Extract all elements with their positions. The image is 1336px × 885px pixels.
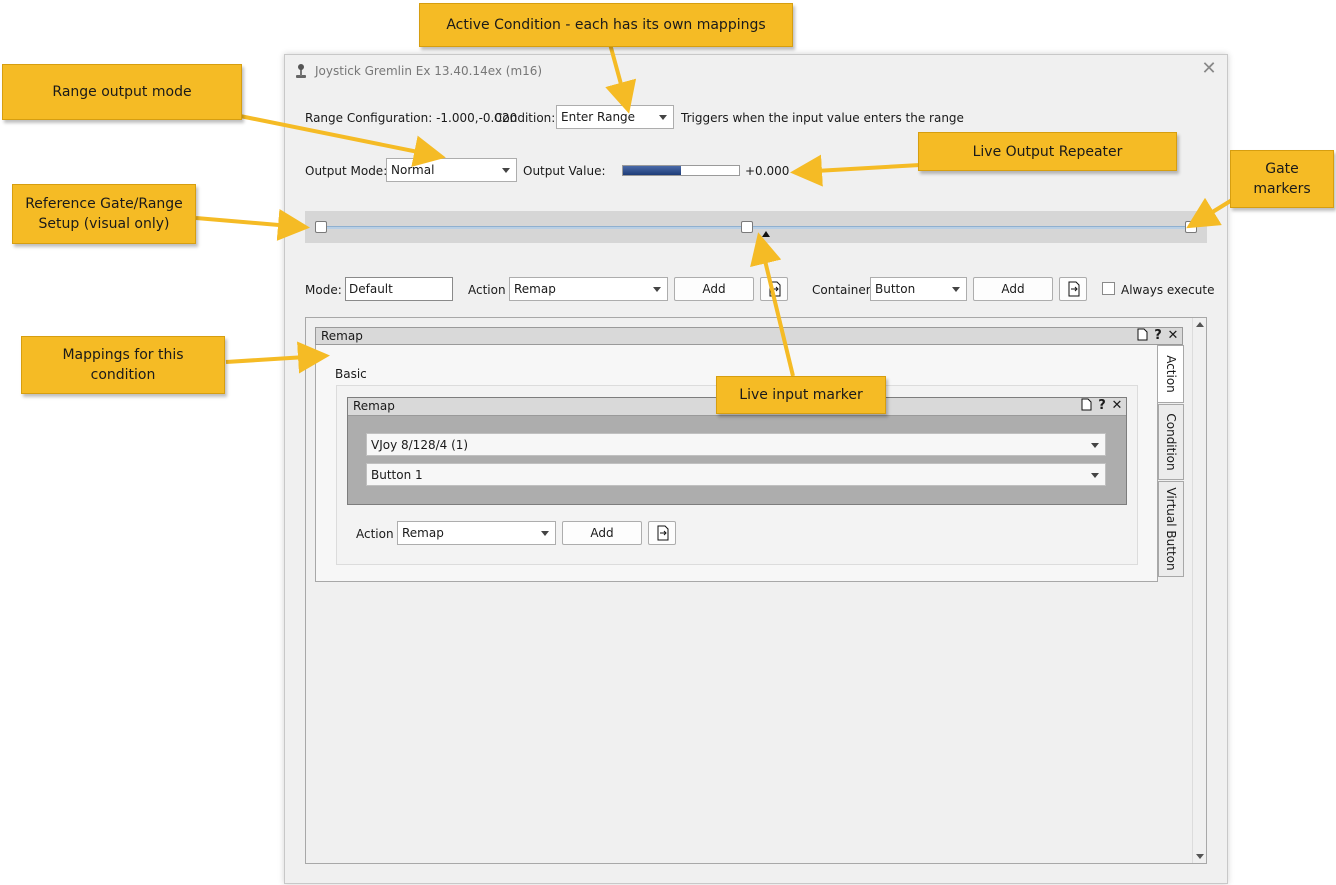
- inner-paste-button[interactable]: [648, 521, 676, 545]
- paste-icon: [657, 525, 669, 541]
- container-select[interactable]: Button: [870, 277, 967, 301]
- chevron-down-icon: [653, 287, 661, 292]
- container-label: Container: [812, 283, 871, 297]
- add-container-button[interactable]: Add: [973, 277, 1053, 301]
- callout-live-output-repeater: Live Output Repeater: [918, 132, 1177, 171]
- range-slider-track: [321, 226, 1191, 229]
- paste-icon: [769, 281, 781, 297]
- chevron-down-icon: [659, 115, 667, 120]
- condition-select-value: Enter Range: [561, 110, 636, 124]
- chevron-down-icon: [1091, 473, 1099, 478]
- paste-action-button[interactable]: [760, 277, 788, 301]
- container-select-value: Button: [875, 282, 916, 296]
- chevron-down-icon: [1091, 443, 1099, 448]
- tab-action-label: Action: [1163, 355, 1178, 393]
- inner-add-button[interactable]: Add: [562, 521, 642, 545]
- action-select[interactable]: Remap: [509, 277, 668, 301]
- page-icon[interactable]: [1080, 398, 1094, 413]
- container-header: Remap ? ✕: [315, 327, 1183, 345]
- tab-condition-label: Condition: [1164, 413, 1178, 471]
- tab-condition[interactable]: Condition: [1158, 404, 1184, 480]
- gate-handle[interactable]: [1185, 221, 1197, 233]
- vjoy-button-value: Button 1: [371, 468, 423, 482]
- vjoy-device-value: VJoy 8/128/4 (1): [371, 438, 469, 452]
- range-configuration-label: Range Configuration: -1.000,-0.020: [305, 111, 518, 125]
- callout-reference-gate: Reference Gate/Range Setup (visual only): [12, 184, 196, 244]
- output-mode-label: Output Mode:: [305, 164, 388, 178]
- condition-description: Triggers when the input value enters the…: [681, 111, 964, 125]
- container-title: Remap: [321, 329, 363, 343]
- window-close-button[interactable]: ✕: [1199, 59, 1219, 79]
- tab-virtual-button-label: Virtual Button: [1164, 487, 1178, 571]
- callout-mappings: Mappings for this condition: [21, 336, 225, 394]
- gate-handle[interactable]: [741, 221, 754, 233]
- range-slider[interactable]: [305, 211, 1207, 243]
- mode-label: Mode:: [305, 283, 342, 297]
- chevron-down-icon: [502, 168, 510, 173]
- chevron-down-icon: [541, 531, 549, 536]
- output-value-bar: [622, 165, 740, 176]
- inner-action-select[interactable]: Remap: [397, 521, 556, 545]
- vjoy-button-select[interactable]: Button 1: [366, 463, 1106, 486]
- app-window: Joystick Gremlin Ex 13.40.14ex (m16) ✕ R…: [284, 54, 1228, 884]
- joystick-icon: [293, 63, 309, 79]
- condition-select[interactable]: Enter Range: [556, 105, 674, 129]
- window-title: Joystick Gremlin Ex 13.40.14ex (m16): [315, 64, 543, 78]
- always-execute-label: Always execute: [1121, 283, 1215, 297]
- paste-icon: [1068, 281, 1080, 297]
- close-icon[interactable]: ✕: [1166, 328, 1180, 343]
- tab-virtual-button[interactable]: Virtual Button: [1158, 481, 1184, 577]
- vertical-scrollbar[interactable]: [1192, 318, 1206, 863]
- condition-label: Condition:: [494, 111, 556, 125]
- action-label: Action: [468, 283, 506, 297]
- page-icon[interactable]: [1136, 328, 1150, 343]
- scroll-down-icon[interactable]: [1196, 854, 1204, 859]
- inner-action-label: Action: [356, 527, 394, 541]
- live-input-marker: [762, 231, 770, 237]
- help-icon[interactable]: ?: [1151, 328, 1165, 343]
- chevron-down-icon: [952, 287, 960, 292]
- scroll-up-icon[interactable]: [1196, 322, 1204, 327]
- action-select-value: Remap: [514, 282, 556, 296]
- close-icon[interactable]: ✕: [1110, 398, 1124, 413]
- output-value-label: Output Value:: [523, 164, 606, 178]
- callout-gate-markers: Gate markers: [1230, 150, 1334, 208]
- help-icon[interactable]: ?: [1095, 398, 1109, 413]
- always-execute-checkbox[interactable]: [1102, 282, 1115, 295]
- add-action-button[interactable]: Add: [674, 277, 754, 301]
- inner-action-value: Remap: [402, 526, 444, 540]
- callout-range-output-mode: Range output mode: [2, 64, 242, 120]
- output-value-text: +0.000: [745, 164, 790, 178]
- basic-group-label: Basic: [335, 367, 367, 381]
- gate-handle[interactable]: [315, 221, 327, 233]
- output-mode-select[interactable]: Normal: [386, 158, 517, 182]
- callout-live-input-marker: Live input marker: [716, 376, 886, 414]
- remap-action-title: Remap: [353, 399, 395, 413]
- vjoy-device-select[interactable]: VJoy 8/128/4 (1): [366, 433, 1106, 456]
- paste-container-button[interactable]: [1059, 277, 1087, 301]
- output-value-bar-fill: [623, 166, 681, 175]
- tab-action[interactable]: Action: [1158, 345, 1184, 403]
- mode-field[interactable]: Default: [345, 277, 453, 301]
- output-mode-value: Normal: [391, 163, 435, 177]
- callout-active-condition: Active Condition - each has its own mapp…: [419, 3, 793, 47]
